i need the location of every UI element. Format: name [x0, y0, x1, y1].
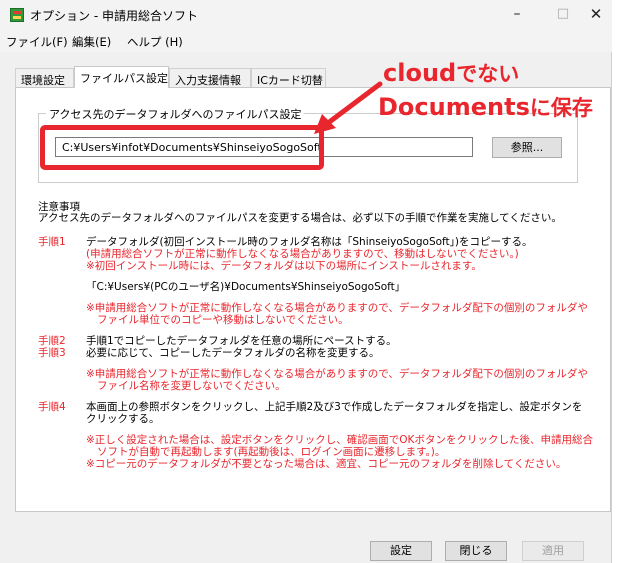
annotation-line-1: cloudでない	[383, 58, 519, 88]
step4-red-1: ※正しく設定された場合は、設定ボタンをクリックし、確認画面でOKボタンをクリック…	[86, 434, 593, 446]
options-window: オプション - 申請用総合ソフト – □ ✕ ファイル(F) 編集(E) ヘルプ…	[0, 0, 612, 563]
step1-red-2: ※初回インストール時には、データフォルダは以下の場所にインストールされます。	[86, 260, 482, 272]
tab-input-support[interactable]: 入力支援情報	[169, 68, 251, 87]
step3-label: 手順3	[38, 347, 66, 359]
step3-warning-1: ※申請用総合ソフトが正常に動作しなくなる場合がありますので、データフォルダ配下の…	[86, 368, 588, 380]
minimize-button[interactable]: –	[494, 0, 540, 30]
step2-text: 手順1でコピーしたデータフォルダを任意の場所にペーストする。	[86, 335, 397, 347]
annotation-line-2: Documentsに保存	[378, 92, 593, 122]
app-icon	[10, 8, 24, 22]
menu-file[interactable]: ファイル(F)	[6, 34, 68, 50]
step1-warning-1: ※申請用総合ソフトが正常に動作しなくなる場合がありますので、データフォルダ配下の…	[86, 302, 588, 314]
step2-label: 手順2	[38, 335, 66, 347]
menu-bar: ファイル(F) 編集(E) ヘルプ (H)	[0, 30, 612, 52]
step1-red-1: (申請用総合ソフトが正常に動作しなくなる場合がありますので、移動はしないでくださ…	[86, 248, 519, 260]
apply-button[interactable]: 適用	[522, 541, 584, 561]
callout-arrow-icon	[314, 81, 383, 134]
menu-edit[interactable]: 編集(E)	[72, 34, 111, 50]
menu-help[interactable]: ヘルプ (H)	[127, 34, 183, 50]
step4-red-2: ソフトが自動で再起動します(再起動後は、ログイン画面に遷移します。)。	[97, 446, 446, 458]
annotation-not: でない	[456, 62, 520, 86]
step3-warning-2: ファイル名称を変更しないでください。	[97, 380, 286, 392]
group-label: アクセス先のデータフォルダへのファイルパス設定	[46, 106, 305, 122]
step1-text: データフォルダ(初回インストール時のフォルダ名称は「ShinseiyoSogoS…	[86, 236, 533, 248]
window-title: オプション - 申請用総合ソフト	[30, 9, 198, 23]
step4-red-3: ※コピー元のデータフォルダが不要となった場合は、適宜、コピー元のフォルダを削除し…	[86, 458, 567, 470]
title-bar[interactable]: オプション - 申請用総合ソフト – □ ✕	[0, 0, 612, 30]
notes-intro: アクセス先のデータフォルダへのファイルパスを変更する場合は、必ず以下の手順で作業…	[38, 212, 562, 224]
set-button[interactable]: 設定	[370, 541, 432, 561]
step4-label: 手順4	[38, 401, 66, 413]
close-window-button[interactable]: ✕	[580, 0, 612, 30]
step1-path: 「C:¥Users¥(PCのユーザ名)¥Documents¥ShinseiyoS…	[86, 281, 406, 293]
tab-environment[interactable]: 環境設定	[15, 68, 74, 87]
step4-text-1: 本画面上の参照ボタンをクリックし、上記手順2及び3で作成したデータフォルダを指定…	[86, 401, 583, 413]
step4-text-2: クリックする。	[86, 413, 160, 425]
annotation-save: に保存	[529, 96, 593, 120]
highlight-box	[40, 125, 324, 170]
annotation-documents: Documents	[378, 93, 530, 121]
step1-warning-2: ファイル単位でのコピーや移動はしないでください。	[97, 314, 349, 326]
browse-button[interactable]: 参照...	[492, 137, 562, 158]
step3-text: 必要に応じて、コピーしたデータフォルダの名称を変更する。	[86, 347, 380, 359]
step1-label: 手順1	[38, 236, 66, 248]
annotation-cloud: cloud	[383, 59, 457, 87]
tab-file-path[interactable]: ファイルパス設定	[74, 66, 169, 88]
close-button[interactable]: 閉じる	[445, 541, 507, 561]
